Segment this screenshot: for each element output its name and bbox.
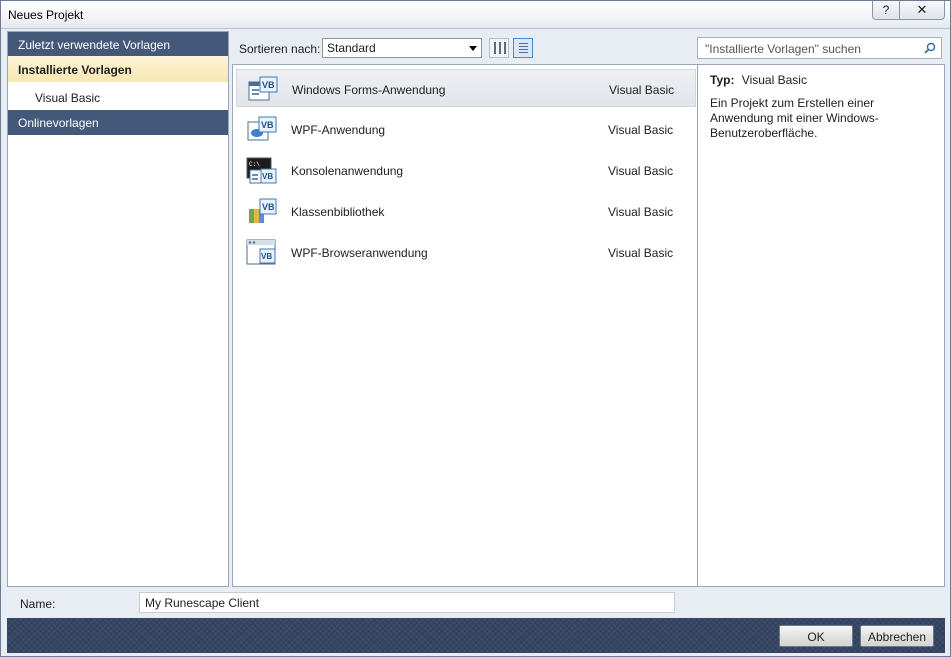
template-category-panel: Zuletzt verwendete Vorlagen Installierte… xyxy=(7,31,229,587)
template-item[interactable]: VB Klassenbibliothek Visual Basic xyxy=(236,192,696,230)
svg-text:VB: VB xyxy=(262,80,275,90)
project-name-input[interactable]: My Runescape Client xyxy=(139,592,675,613)
template-item[interactable]: VB WPF-Anwendung Visual Basic xyxy=(236,110,696,148)
template-item[interactable]: VB WPF-Browseranwendung Visual Basic xyxy=(236,233,696,271)
search-placeholder: "Installierte Vorlagen" suchen xyxy=(705,42,861,56)
console-vb-icon: C:\ VB xyxy=(246,157,277,184)
svg-text:C:\: C:\ xyxy=(249,161,260,168)
template-name: WPF-Anwendung xyxy=(291,123,386,137)
close-icon: ✕ xyxy=(916,2,928,17)
project-name-row: Name: My Runescape Client xyxy=(7,588,945,618)
nav-recent-templates[interactable]: Zuletzt verwendete Vorlagen xyxy=(8,32,228,56)
search-icon xyxy=(924,42,936,54)
template-toolbar: Sortieren nach: Standard "Installierte V… xyxy=(233,35,945,63)
template-description: Ein Projekt zum Erstellen einer Anwendun… xyxy=(710,96,879,140)
template-name: WPF-Browseranwendung xyxy=(291,246,428,260)
wpf-vb-icon: VB xyxy=(247,116,277,141)
ok-button[interactable]: OK xyxy=(779,625,853,647)
cancel-button[interactable]: Abbrechen xyxy=(860,625,934,647)
nav-installed-templates[interactable]: Installierte Vorlagen xyxy=(8,56,228,82)
template-language: Visual Basic xyxy=(608,246,674,260)
template-item[interactable]: VB Windows Forms-Anwendung Visual Basic xyxy=(236,69,696,107)
wpf-browser-vb-icon: VB xyxy=(246,239,276,265)
template-name: Windows Forms-Anwendung xyxy=(292,83,446,97)
name-label: Name: xyxy=(20,597,56,611)
sort-value: Standard xyxy=(327,41,376,55)
type-line: Typ: Visual Basic xyxy=(710,73,807,87)
template-language: Visual Basic xyxy=(608,164,674,178)
template-language: Visual Basic xyxy=(609,83,675,97)
svg-text:VB: VB xyxy=(261,120,274,130)
svg-text:VB: VB xyxy=(262,202,275,212)
template-details-panel: Typ: Visual Basic Ein Projekt zum Erstel… xyxy=(698,64,945,587)
sort-dropdown[interactable]: Standard xyxy=(322,38,482,58)
nav-online-templates[interactable]: Onlinevorlagen xyxy=(8,110,228,135)
title-bar: Neues Projekt ? ✕ xyxy=(1,1,950,29)
svg-text:VB: VB xyxy=(262,172,273,181)
medium-icons-view-button[interactable] xyxy=(489,38,509,58)
close-button[interactable]: ✕ xyxy=(899,1,945,20)
template-name: Klassenbibliothek xyxy=(291,205,385,219)
template-name: Konsolenanwendung xyxy=(291,164,404,178)
help-icon: ? xyxy=(882,3,890,17)
classlib-vb-icon: VB xyxy=(249,198,277,223)
type-value: Visual Basic xyxy=(741,73,807,87)
help-button[interactable]: ? xyxy=(872,1,900,20)
chevron-down-icon xyxy=(469,46,477,51)
winforms-vb-icon: VB xyxy=(248,76,278,101)
svg-text:VB: VB xyxy=(261,252,272,261)
sort-label: Sortieren nach: xyxy=(239,42,321,56)
template-language: Visual Basic xyxy=(608,205,674,219)
dialog-button-bar: OK Abbrechen xyxy=(7,618,945,653)
dialog-title: Neues Projekt xyxy=(8,8,84,22)
template-language: Visual Basic xyxy=(608,123,674,137)
type-label: Typ: xyxy=(710,73,735,87)
nav-visual-basic[interactable]: Visual Basic xyxy=(8,82,228,110)
list-view-button[interactable] xyxy=(513,38,533,58)
template-list: VB Windows Forms-Anwendung Visual Basic … xyxy=(232,64,698,587)
new-project-dialog: Neues Projekt ? ✕ Zuletzt verwendete Vor… xyxy=(0,0,951,657)
template-item[interactable]: C:\ VB Konsolenanwendung Visual Basic xyxy=(236,151,696,189)
template-search-input[interactable]: "Installierte Vorlagen" suchen xyxy=(697,37,942,59)
